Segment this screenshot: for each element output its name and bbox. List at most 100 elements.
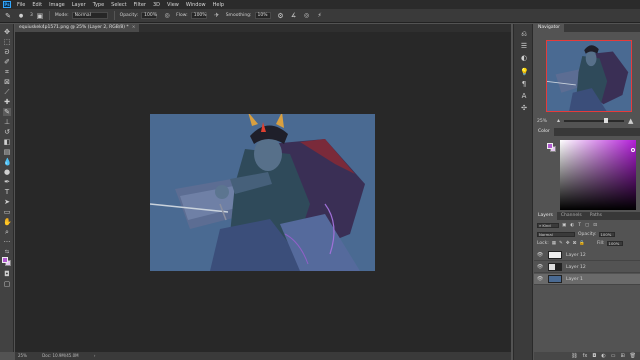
history-icon[interactable]: ⎌ (520, 30, 528, 38)
fx-icon[interactable]: fx (583, 353, 588, 359)
frame-icon[interactable]: ⊠ (3, 78, 11, 86)
eye-icon[interactable]: 👁 (536, 264, 544, 270)
adjustments-icon[interactable]: ◐ (520, 54, 528, 62)
layer-fill-input[interactable]: 100% (606, 241, 623, 246)
menu-3d[interactable]: 3D (153, 2, 160, 8)
lock-artboard-icon[interactable]: ⊠ (573, 240, 577, 247)
layer-row[interactable]: 👁 Layer 12 (534, 250, 640, 261)
navigator-zoom-slider[interactable] (564, 118, 624, 123)
menu-select[interactable]: Select (111, 2, 126, 8)
crop-icon[interactable]: ⌗ (3, 68, 11, 76)
airbrush-icon[interactable]: ✈ (213, 12, 221, 20)
type-icon[interactable]: T (3, 188, 11, 196)
brushes-icon[interactable]: 💡 (520, 68, 529, 76)
layer-name[interactable]: Layer 12 (566, 253, 586, 258)
tab-navigator[interactable]: Navigator (534, 24, 565, 32)
lock-move-icon[interactable]: ✥ (566, 240, 570, 247)
filter-kind-select[interactable]: ⌕ Kind (537, 223, 559, 228)
menu-filter[interactable]: Filter (134, 2, 146, 8)
zoom-out-icon[interactable]: ▴ (557, 117, 560, 125)
blur-icon[interactable]: 💧 (3, 158, 12, 166)
brush-settings-icon[interactable]: ▣ (36, 12, 44, 20)
tab-color[interactable]: Color (534, 128, 554, 136)
brush-preset-icon[interactable]: ● (17, 12, 25, 20)
filter-adjust-icon[interactable]: ◐ (570, 222, 574, 229)
close-icon[interactable]: × (132, 25, 136, 30)
symmetry-icon[interactable]: ⚡ (316, 12, 324, 20)
menu-file[interactable]: File (17, 2, 25, 8)
opacity-input[interactable]: 100% (141, 12, 158, 19)
eye-icon[interactable]: 👁 (536, 252, 544, 258)
lock-pixels-icon[interactable]: ▦ (552, 240, 556, 247)
character-icon[interactable]: A (520, 92, 528, 100)
navigator-view-box[interactable] (546, 40, 632, 112)
quick-select-icon[interactable]: ✐ (3, 58, 11, 66)
status-zoom[interactable]: 25% (18, 353, 27, 358)
zoom-slider-knob[interactable] (604, 118, 608, 123)
gear-icon[interactable]: ⚙ (277, 12, 285, 20)
menu-edit[interactable]: Edit (32, 2, 42, 8)
brush-icon[interactable]: ✎ (3, 108, 11, 116)
brush-tool-icon[interactable]: ✎ (4, 12, 12, 20)
layer-name[interactable]: Layer 12 (566, 265, 586, 270)
menu-type[interactable]: Type (93, 2, 104, 8)
canvas-area[interactable] (15, 32, 511, 352)
hand-icon[interactable]: ✋ (3, 218, 12, 226)
color-picker-cursor[interactable] (631, 148, 635, 152)
menu-image[interactable]: Image (49, 2, 65, 8)
eye-icon[interactable]: 👁 (536, 276, 544, 282)
move-icon[interactable]: ✥ (3, 28, 11, 36)
filter-pixel-icon[interactable]: ▣ (562, 222, 566, 229)
marquee-icon[interactable]: ⬚ (3, 38, 11, 46)
properties-icon[interactable]: ☰ (520, 42, 528, 50)
angle-icon[interactable]: ∡ (290, 12, 298, 20)
screen-mode-icon[interactable]: ▢ (3, 280, 11, 288)
menu-window[interactable]: Window (186, 2, 206, 8)
document-tab[interactable]: equiuskek4p1571.png @ 25% (Layer 2, RGB/… (15, 24, 140, 32)
more-icon[interactable]: ··· (3, 238, 11, 246)
mode-select[interactable]: Normal (71, 12, 108, 19)
blend-mode-select[interactable]: Normal (537, 232, 575, 237)
trash-icon[interactable]: 🗑 (630, 353, 636, 359)
quick-mask-icon[interactable]: ◘ (3, 270, 11, 278)
lock-all-icon[interactable]: 🔒 (579, 240, 585, 247)
smoothing-input[interactable]: 10% (254, 12, 271, 19)
flow-input[interactable]: 100% (190, 12, 207, 19)
link-icon[interactable]: ⛓ (571, 353, 577, 359)
document-canvas[interactable] (150, 114, 375, 271)
path-select-icon[interactable]: ➤ (3, 198, 11, 206)
folder-icon[interactable]: ▭ (611, 353, 616, 359)
filter-shape-icon[interactable]: ▢ (585, 222, 589, 229)
lock-brush-icon[interactable]: ✎ (559, 240, 563, 247)
color-picker-field[interactable] (560, 140, 636, 210)
healing-icon[interactable]: ✚ (3, 98, 11, 106)
layer-opacity-input[interactable]: 100% (598, 232, 615, 237)
layer-row-selected[interactable]: 👁 Layer 1 (534, 274, 640, 285)
color-foreground-swatch[interactable] (547, 143, 553, 149)
tab-layers[interactable]: Layers (534, 212, 557, 220)
eraser-icon[interactable]: ◧ (3, 138, 11, 146)
lasso-icon[interactable]: ᘐ (3, 48, 11, 56)
paragraph-icon[interactable]: ¶ (520, 80, 528, 88)
libraries-icon[interactable]: ✣ (520, 104, 528, 112)
status-doc-info[interactable]: Doc: 10.9M/45.0M (42, 353, 78, 358)
layer-row[interactable]: 👁 Layer 12 (534, 262, 640, 273)
layer-name[interactable]: Layer 1 (566, 277, 583, 282)
foreground-color-swatch[interactable] (2, 257, 8, 263)
zoom-icon[interactable]: ⌕ (3, 228, 11, 236)
pen-icon[interactable]: ✒ (3, 178, 11, 186)
eyedropper-icon[interactable]: ⟋ (3, 88, 11, 96)
menu-help[interactable]: Help (213, 2, 224, 8)
status-arrow[interactable]: › (94, 353, 96, 358)
new-layer-icon[interactable]: ⊞ (620, 353, 624, 359)
pressure-opacity-icon[interactable]: ◎ (163, 12, 171, 20)
filter-smart-icon[interactable]: ⊡ (593, 222, 597, 229)
tab-channels[interactable]: Channels (557, 212, 586, 220)
mask-icon[interactable]: ◘ (592, 353, 596, 359)
menu-layer[interactable]: Layer (72, 2, 86, 8)
filter-type-icon[interactable]: T (578, 222, 581, 229)
adjustment-layer-icon[interactable]: ◐ (601, 353, 605, 359)
clone-stamp-icon[interactable]: ⊥ (3, 118, 11, 126)
tab-paths[interactable]: Paths (586, 212, 606, 220)
history-brush-icon[interactable]: ↺ (3, 128, 11, 136)
